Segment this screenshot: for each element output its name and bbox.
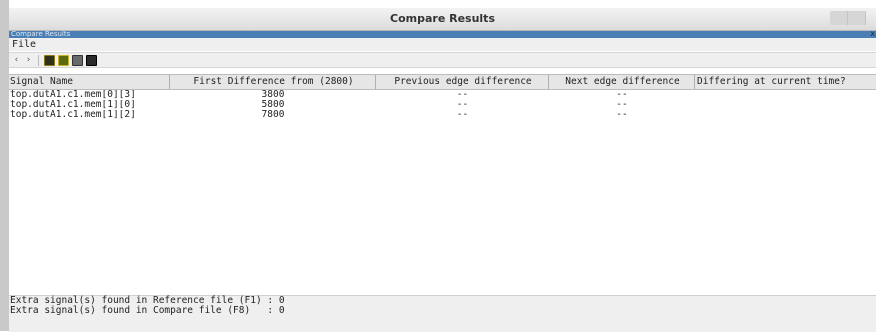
menu-bar: File — [9, 38, 876, 51]
window-title: Compare Results — [390, 12, 495, 25]
compare-results-window: Compare Results Compare Results x File ‹… — [0, 0, 878, 332]
differing-cell — [695, 100, 876, 110]
table-header: Signal Name First Difference from (2800)… — [9, 74, 876, 90]
extra-signals-compare: Extra signal(s) found in Compare file (F… — [10, 305, 285, 316]
first-difference-cell: 7800 — [261, 110, 285, 120]
inner-title-bar: Compare Results x — [9, 30, 876, 38]
next-edge-cell: -- — [616, 100, 628, 110]
column-first-difference[interactable]: First Difference from (2800) — [170, 75, 376, 89]
forward-button[interactable]: › — [24, 55, 33, 66]
signal-name-cell: top.dutA1.c1.mem[0][3] — [10, 90, 136, 100]
back-button[interactable]: ‹ — [12, 55, 21, 66]
menu-file[interactable]: File — [12, 39, 36, 50]
differing-cell — [695, 90, 876, 100]
inner-close-button[interactable]: x — [870, 30, 875, 38]
signal-name-cell: top.dutA1.c1.mem[1][0] — [10, 100, 136, 110]
differing-cell — [695, 110, 876, 120]
print-icon[interactable] — [72, 54, 83, 66]
signal-icon[interactable] — [44, 54, 55, 66]
column-differing-now[interactable]: Differing at current time? — [695, 75, 876, 89]
toolbar-separator — [38, 54, 39, 66]
table-row[interactable]: top.dutA1.c1.mem[0][3] 3800 -- -- — [9, 90, 876, 100]
status-footer: Extra signal(s) found in Reference file … — [9, 295, 876, 332]
first-difference-cell: 3800 — [261, 90, 285, 100]
column-next-edge[interactable]: Next edge difference — [549, 75, 695, 89]
toolbar: ‹ › — [9, 52, 876, 68]
previous-edge-cell: -- — [456, 110, 469, 120]
next-edge-cell: -- — [616, 90, 628, 100]
column-signal-name[interactable]: Signal Name — [9, 75, 170, 89]
signal-name-cell: top.dutA1.c1.mem[1][2] — [10, 110, 136, 120]
results-table: Signal Name First Difference from (2800)… — [9, 74, 876, 294]
next-edge-cell: -- — [616, 110, 628, 120]
table-row[interactable]: top.dutA1.c1.mem[1][2] 7800 -- -- — [9, 110, 876, 120]
inner-title: Compare Results — [11, 30, 71, 38]
first-difference-cell: 5800 — [261, 100, 285, 110]
save-icon[interactable] — [86, 54, 97, 66]
previous-edge-cell: -- — [456, 90, 469, 100]
title-bar: Compare Results — [9, 8, 876, 31]
previous-edge-cell: -- — [456, 100, 469, 110]
maximize-button[interactable] — [848, 11, 866, 25]
window-controls — [830, 11, 866, 25]
compare-icon[interactable] — [58, 54, 69, 66]
minimize-button[interactable] — [830, 11, 848, 25]
table-row[interactable]: top.dutA1.c1.mem[1][0] 5800 -- -- — [9, 100, 876, 110]
column-previous-edge[interactable]: Previous edge difference — [376, 75, 549, 89]
